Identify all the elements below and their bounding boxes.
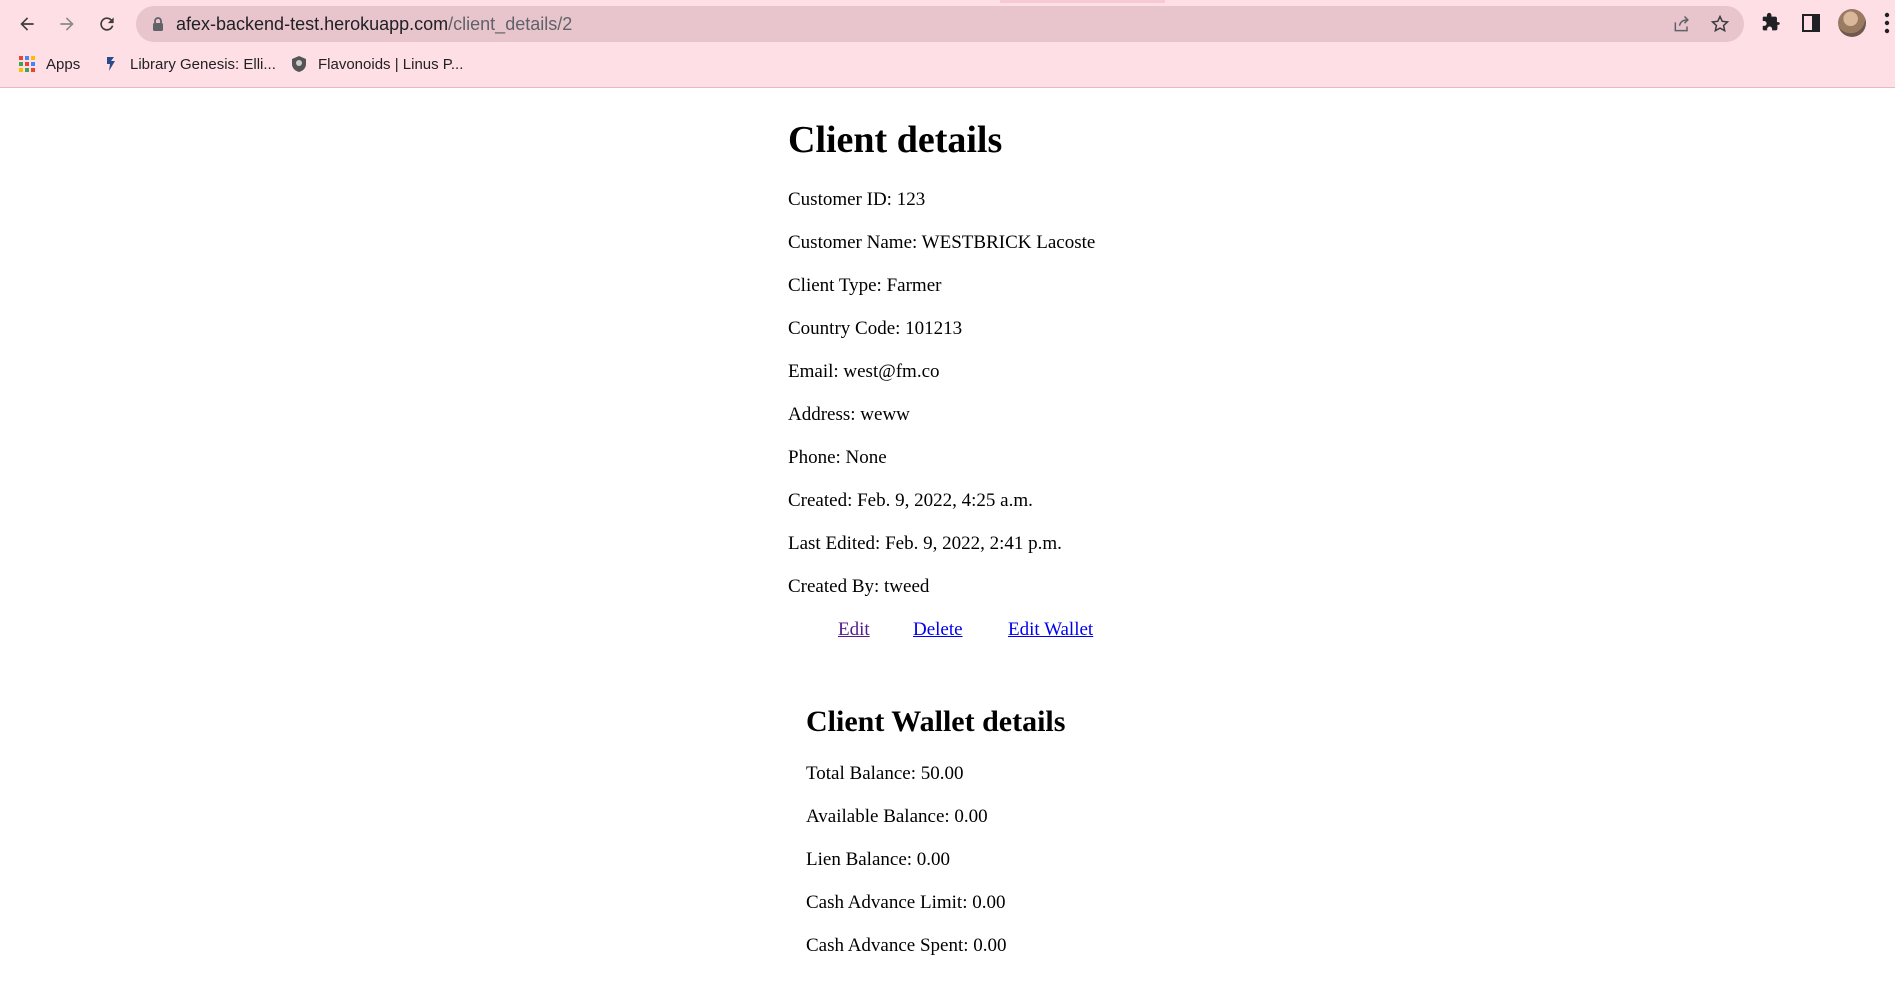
- phone: Phone: None: [788, 447, 887, 468]
- edit-wallet-link[interactable]: Edit Wallet: [1008, 619, 1093, 641]
- star-icon[interactable]: [1710, 14, 1730, 34]
- bookmark-apps[interactable]: Apps: [18, 50, 80, 78]
- bookmark-label: Flavonoids | Linus P...: [318, 55, 464, 73]
- forward-button[interactable]: [52, 9, 82, 39]
- address: Address: weww: [788, 404, 910, 425]
- customer-id: Customer ID: 123: [788, 189, 926, 210]
- last-edited-date: Last Edited: Feb. 9, 2022, 2:41 p.m.: [788, 533, 1062, 554]
- edit-link[interactable]: Edit: [838, 619, 870, 641]
- share-icon[interactable]: [1672, 14, 1692, 34]
- reload-button[interactable]: [92, 9, 122, 39]
- extensions-button[interactable]: [1758, 10, 1784, 36]
- url-path: /client_details/2: [448, 14, 573, 34]
- profile-avatar[interactable]: [1838, 9, 1866, 37]
- country-code: Country Code: 101213: [788, 318, 963, 339]
- created-by: Created By: tweed: [788, 576, 930, 597]
- bookmark-label: Apps: [46, 55, 81, 73]
- linus-pauling-icon: [292, 56, 306, 72]
- available-balance: Available Balance: 0.00: [806, 806, 988, 827]
- browser-chrome: afex-backend-test.herokuapp.com/client_d…: [0, 0, 1895, 88]
- client-type: Client Type: Farmer: [788, 275, 942, 296]
- back-button[interactable]: [12, 9, 42, 39]
- back-arrow-icon: [20, 17, 34, 31]
- cash-advance-spent: Cash Advance Spent: 0.00: [806, 935, 1007, 956]
- lock-icon: [153, 17, 163, 31]
- side-panel-icon: [1802, 14, 1820, 32]
- total-balance: Total Balance: 50.00: [806, 763, 964, 784]
- wallet-title: Client Wallet details: [806, 705, 1066, 738]
- apps-grid-icon: [19, 56, 35, 72]
- bookmark-label: Library Genesis: Elli...: [130, 55, 276, 73]
- tab-indicator: [1000, 0, 1165, 3]
- delete-link[interactable]: Delete: [913, 619, 963, 641]
- lien-balance: Lien Balance: 0.00: [806, 849, 951, 870]
- page-title: Client details: [788, 119, 1003, 161]
- customer-name: Customer Name: WESTBRICK Lacoste: [788, 232, 1096, 253]
- cash-advance-limit: Cash Advance Limit: 0.00: [806, 892, 1006, 913]
- bookmark-flavonoids[interactable]: Flavonoids | Linus P...: [290, 50, 463, 78]
- side-panel-button[interactable]: [1798, 10, 1824, 36]
- url-text[interactable]: afex-backend-test.herokuapp.com/client_d…: [176, 6, 572, 42]
- email: Email: west@fm.co: [788, 361, 940, 382]
- created-date: Created: Feb. 9, 2022, 4:25 a.m.: [788, 490, 1033, 511]
- bookmark-library-genesis[interactable]: Library Genesis: Elli...: [102, 50, 276, 78]
- puzzle-icon: [1762, 12, 1780, 31]
- address-bar[interactable]: afex-backend-test.herokuapp.com/client_d…: [136, 6, 1744, 42]
- library-genesis-icon: [107, 57, 115, 71]
- bookmarks-bar: Apps Library Genesis: Elli... Flavonoids…: [0, 50, 1895, 78]
- url-host: afex-backend-test.herokuapp.com: [176, 14, 449, 34]
- kebab-menu-icon[interactable]: [1884, 12, 1890, 34]
- forward-arrow-icon: [60, 17, 74, 31]
- reload-icon: [100, 17, 114, 31]
